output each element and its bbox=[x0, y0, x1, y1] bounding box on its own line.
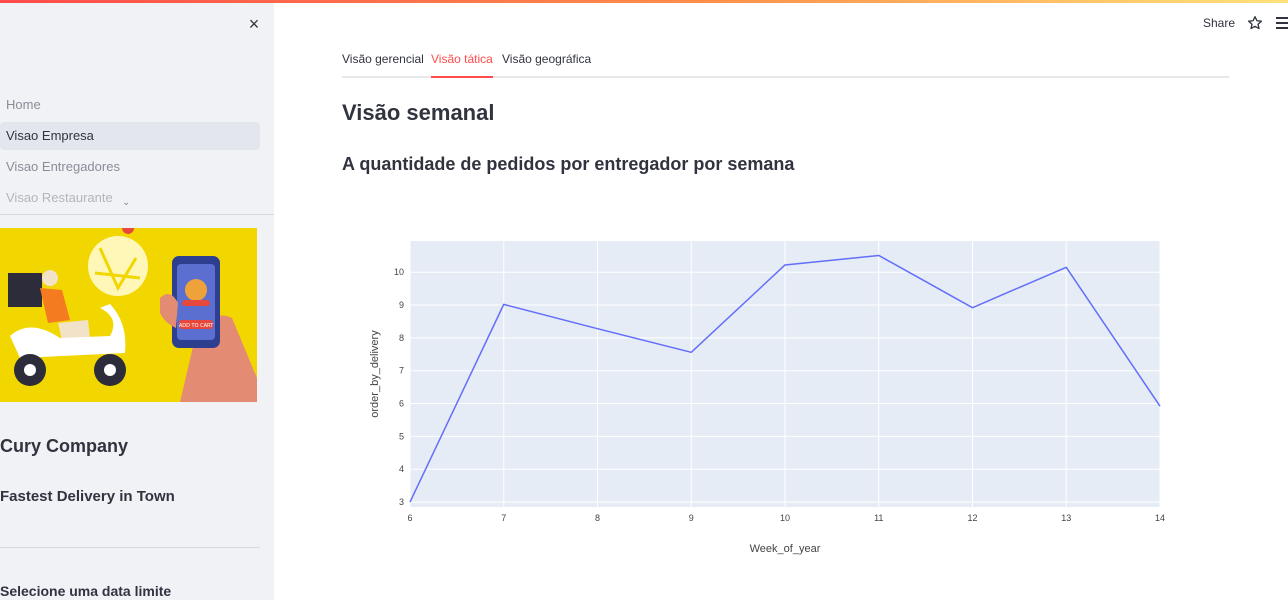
data-point[interactable] bbox=[1157, 403, 1163, 409]
add-to-cart-text: ADD TO CART bbox=[179, 323, 214, 329]
x-tick-label: 12 bbox=[967, 513, 977, 523]
data-point[interactable] bbox=[970, 305, 976, 311]
weekly-orders-line-chart[interactable]: 6 7 8 9 10 11 12 13 14 3 4 5 6 7 8 9 10 Week_of_year order… bbox=[360, 230, 1180, 570]
tab-visao-tatica[interactable]: Visão tática bbox=[431, 50, 493, 78]
sidebar: × Home Visao Empresa Visao Entregadores … bbox=[0, 3, 274, 600]
data-point[interactable] bbox=[595, 326, 601, 332]
y-tick-label: 6 bbox=[399, 399, 404, 409]
date-limit-label: Selecione uma data limite bbox=[0, 583, 172, 599]
delivery-illustration: ADD TO CART bbox=[0, 228, 257, 402]
app-toolbar: Share bbox=[1203, 12, 1288, 34]
x-tick-label: 14 bbox=[1155, 513, 1165, 523]
x-tick-label: 6 bbox=[407, 513, 412, 523]
nav-divider bbox=[0, 214, 274, 215]
y-tick-label: 7 bbox=[399, 366, 404, 376]
data-point[interactable] bbox=[782, 262, 788, 268]
x-tick-label: 10 bbox=[780, 513, 790, 523]
y-tick-label: 3 bbox=[399, 497, 404, 507]
data-point[interactable] bbox=[1063, 264, 1069, 270]
y-tick-label: 5 bbox=[399, 431, 404, 441]
close-sidebar-icon[interactable]: × bbox=[245, 15, 263, 33]
sidebar-item-home[interactable]: Home bbox=[0, 91, 260, 119]
section-subtitle: A quantidade de pedidos por entregador p… bbox=[342, 154, 795, 174]
company-tagline: Fastest Delivery in Town bbox=[0, 488, 175, 505]
section-title: Visão semanal bbox=[342, 100, 495, 125]
tab-visao-gerencial[interactable]: Visão gerencial bbox=[342, 50, 424, 78]
y-tick-label: 8 bbox=[399, 333, 404, 343]
data-point[interactable] bbox=[876, 252, 882, 258]
tab-bar: Visão gerencial Visão tática Visão geogr… bbox=[342, 50, 1229, 78]
x-tick-label: 13 bbox=[1061, 513, 1071, 523]
y-tick-label: 10 bbox=[394, 267, 404, 277]
y-tick-label: 4 bbox=[399, 464, 404, 474]
x-tick-label: 9 bbox=[689, 513, 694, 523]
company-name: Cury Company bbox=[0, 436, 129, 456]
star-icon[interactable] bbox=[1247, 15, 1263, 31]
sidebar-nav: Home Visao Empresa Visao Entregadores Vi… bbox=[0, 91, 274, 215]
y-tick-label: 9 bbox=[399, 300, 404, 310]
sidebar-divider bbox=[0, 547, 260, 548]
tab-visao-geografica[interactable]: Visão geográfica bbox=[502, 50, 591, 78]
data-point[interactable] bbox=[407, 499, 413, 505]
sidebar-item-visao-entregadores[interactable]: Visao Entregadores bbox=[0, 153, 260, 181]
sidebar-item-visao-empresa[interactable]: Visao Empresa bbox=[0, 122, 260, 150]
hamburger-menu-icon[interactable] bbox=[1276, 16, 1288, 30]
x-tick-label: 8 bbox=[595, 513, 600, 523]
share-button[interactable]: Share bbox=[1203, 16, 1235, 30]
y-axis-label: order_by_delivery bbox=[369, 330, 381, 418]
data-point[interactable] bbox=[688, 349, 694, 355]
x-tick-label: 7 bbox=[501, 513, 506, 523]
data-point[interactable] bbox=[501, 301, 507, 307]
chevron-down-icon[interactable]: ⌄ bbox=[122, 197, 130, 208]
x-axis-label: Week_of_year bbox=[750, 543, 821, 555]
x-tick-label: 11 bbox=[874, 513, 883, 523]
